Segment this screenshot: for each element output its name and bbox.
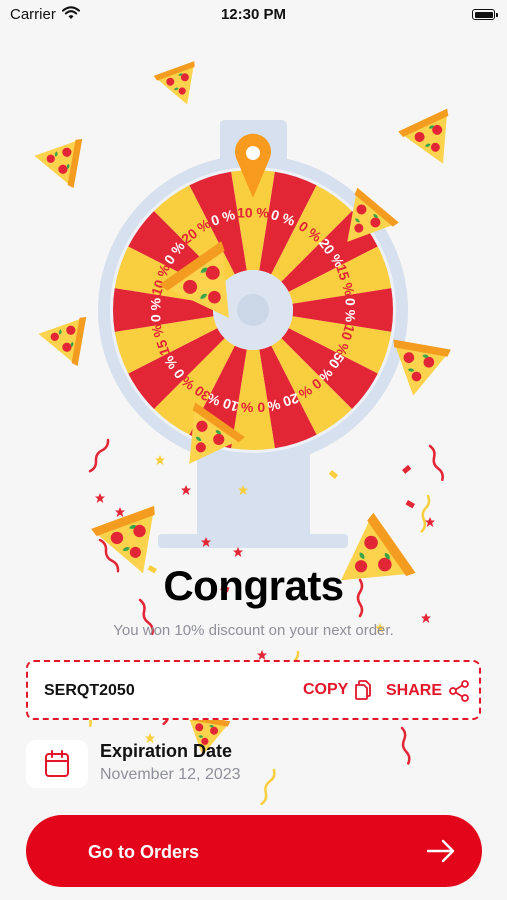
confetti-piece [257, 650, 267, 660]
confetti-piece [428, 444, 444, 482]
expiration-date: November 12, 2023 [100, 766, 241, 783]
calendar-icon [45, 750, 69, 777]
copy-label: COPY [303, 681, 349, 698]
go-to-orders-label: Go to Orders [88, 842, 200, 862]
wheel-segment-label: 0 % [342, 298, 358, 323]
clock: 12:30 PM [220, 6, 287, 23]
coupon-code: SERQT2050 [44, 682, 135, 699]
expiration-title: Expiration Date [100, 741, 233, 761]
share-button[interactable]: SHARE [386, 680, 470, 702]
confetti-piece [88, 438, 110, 473]
confetti-piece [115, 507, 125, 517]
calendar-badge [26, 740, 88, 788]
go-to-orders-button[interactable]: Go to Orders [26, 815, 482, 887]
share-icon [449, 680, 469, 702]
discount-message: You won 10% discount on your next order. [113, 622, 394, 639]
wheel-segment-label: 0 % [240, 399, 265, 415]
confetti-piece [420, 494, 431, 533]
pizza-slice-icon [38, 317, 87, 366]
status-bar: Carrier 12:30 PM [0, 0, 507, 30]
pizza-slice-icon [153, 61, 195, 105]
confetti-piece [328, 470, 339, 479]
confetti-piece [181, 485, 191, 495]
arrow-right-icon [426, 839, 455, 863]
pizza-slice-icon [398, 108, 449, 164]
pizza-slice-icon [34, 139, 83, 188]
copy-icon [355, 680, 372, 700]
confetti-piece [95, 493, 105, 503]
confetti-piece [405, 500, 415, 509]
share-label: SHARE [386, 682, 443, 699]
confetti-piece [400, 726, 411, 765]
confetti-piece [425, 517, 435, 527]
wheel-segment-label: 10 % [237, 205, 269, 221]
confetti-piece [155, 455, 165, 465]
confetti-piece [260, 768, 276, 806]
copy-button[interactable]: COPY [303, 680, 372, 700]
confetti-piece [402, 464, 412, 474]
confetti-piece [233, 547, 243, 557]
congrats-title: Congrats [163, 562, 344, 609]
wheel-segment-label: 0 % [148, 297, 164, 322]
coupon-code-box: SERQT2050 COPY SHARE [26, 660, 481, 720]
battery-icon [472, 9, 498, 20]
